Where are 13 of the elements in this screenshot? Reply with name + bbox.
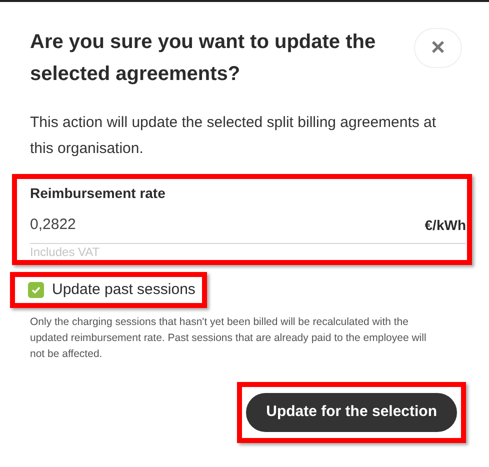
- field-label: Reimbursement rate: [30, 184, 166, 203]
- rate-input-field[interactable]: 0,2822 €/kWh: [30, 214, 466, 244]
- confirm-button[interactable]: Update for the selection: [246, 392, 457, 432]
- field-hint: Includes VAT: [30, 244, 101, 258]
- dialog-description: This action will update the selected split billing agreements at this organisation.: [29, 113, 438, 159]
- check-icon: [31, 284, 41, 294]
- dialog-title: Are you sure you want to update the selected agreements?: [30, 30, 377, 87]
- note-text: Only the charging sessions that hasn't yet been billed will be recalculated with the updated reimbursement rate. Past sessions that are already paid to the employee will not be affected.: [29, 314, 428, 362]
- unit-label: €/kWh: [424, 216, 466, 235]
- checkbox-label: Update past sessions: [52, 280, 196, 300]
- close-button[interactable]: ×: [414, 28, 462, 68]
- rate-value: 0,2822: [30, 215, 76, 235]
- checkbox[interactable]: [28, 282, 44, 298]
